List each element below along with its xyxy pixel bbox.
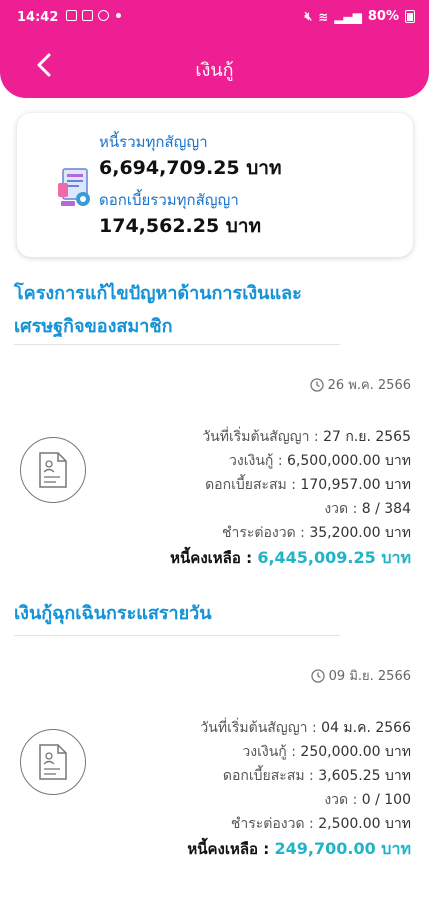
page-title: เงินกู้ [195,60,234,80]
contract-date: 09 มิ.ย. 2566 [311,665,411,686]
contract-date: 26 พ.ค. 2566 [309,374,411,395]
detail-row-installment: งวด : 8 / 384 [324,501,411,517]
contract-details: วันที่เริ่มต้นสัญญา : 27 ก.ย. 2565 วงเงิ… [170,425,411,571]
detail-row-accrued-interest: ดอกเบี้ยสะสม : 3,605.25 บาท [222,768,411,784]
detail-row-payment-per-installment: ชำระต่องวด : 35,200.00 บาท [222,525,411,541]
app-header: 14:42 🔇︎ ≋ ▂▄▆ 80% เงินกู้ [0,0,429,98]
document-icon [20,437,86,503]
remaining-debt-row: หนี้คงเหลือ : 249,700.00 บาท [187,839,411,858]
status-time: 14:42 [17,10,59,25]
detail-row-start-date: วันที่เริ่มต้นสัญญา : 27 ก.ย. 2565 [202,429,411,445]
contract-date-text: 09 มิ.ย. 2566 [328,669,411,684]
section-divider [14,635,340,636]
notification-icon [66,10,77,21]
clock-icon [309,377,324,392]
contract-title[interactable]: เงินกู้ฉุกเฉินกระแสรายวัน [14,597,354,630]
total-debt-value: 6,694,709.25 บาท [99,157,282,179]
total-interest-label: ดอกเบี้ยรวมทุกสัญญา [99,191,239,209]
detail-row-accrued-interest: ดอกเบี้ยสะสม : 170,957.00 บาท [205,477,411,493]
total-debt-label: หนี้รวมทุกสัญญา [99,133,208,151]
status-right: 🔇︎ ≋ ▂▄▆ 80% [305,9,415,24]
status-bar: 14:42 🔇︎ ≋ ▂▄▆ 80% [0,0,429,34]
more-notifications-dot-icon [116,13,121,18]
signal-icon: ▂▄▆ [334,9,362,24]
detail-row-installment: งวด : 0 / 100 [324,792,411,808]
contract-title-line2: เศรษฐกิจของสมาชิก [14,316,173,336]
contract-title[interactable]: โครงการแก้ไขปัญหาด้านการเงินและ เศรษฐกิจ… [14,277,354,343]
remaining-debt-value: 249,700.00 บาท [274,839,411,858]
summary-lines: หนี้รวมทุกสัญญา 6,694,709.25 บาท ดอกเบี้… [99,131,282,247]
total-interest-value: 174,562.25 บาท [99,215,262,237]
battery-icon [405,10,415,23]
contract-title-line1: เงินกู้ฉุกเฉินกระแสรายวัน [14,603,212,623]
contract-date-text: 26 พ.ค. 2566 [327,378,411,393]
remaining-debt-value: 6,445,009.25 บาท [257,548,411,567]
detail-row-start-date: วันที่เริ่มต้นสัญญา : 04 ม.ค. 2566 [200,720,411,736]
clock-icon [311,668,325,683]
detail-row-payment-per-installment: ชำระต่องวด : 2,500.00 บาท [230,816,411,832]
detail-row-loan-limit: วงเงินกู้ : 6,500,000.00 บาท [229,453,411,469]
finance-illustration-icon [55,165,95,209]
remaining-debt-row: หนี้คงเหลือ : 6,445,009.25 บาท [170,548,411,567]
messenger-icon [98,10,109,21]
detail-row-loan-limit: วงเงินกู้ : 250,000.00 บาท [242,744,411,760]
mute-icon: 🔇︎ [304,9,313,23]
gallery-icon [82,10,93,21]
summary-card: หนี้รวมทุกสัญญา 6,694,709.25 บาท ดอกเบี้… [17,113,413,257]
notification-icons [66,10,121,21]
battery-percent: 80% [367,9,399,24]
document-icon [20,729,86,795]
wifi-icon: ≋ [318,9,329,24]
contract-title-line1: โครงการแก้ไขปัญหาด้านการเงินและ [14,283,302,303]
section-divider [14,344,340,345]
contract-details: วันที่เริ่มต้นสัญญา : 04 ม.ค. 2566 วงเงิ… [187,716,411,862]
